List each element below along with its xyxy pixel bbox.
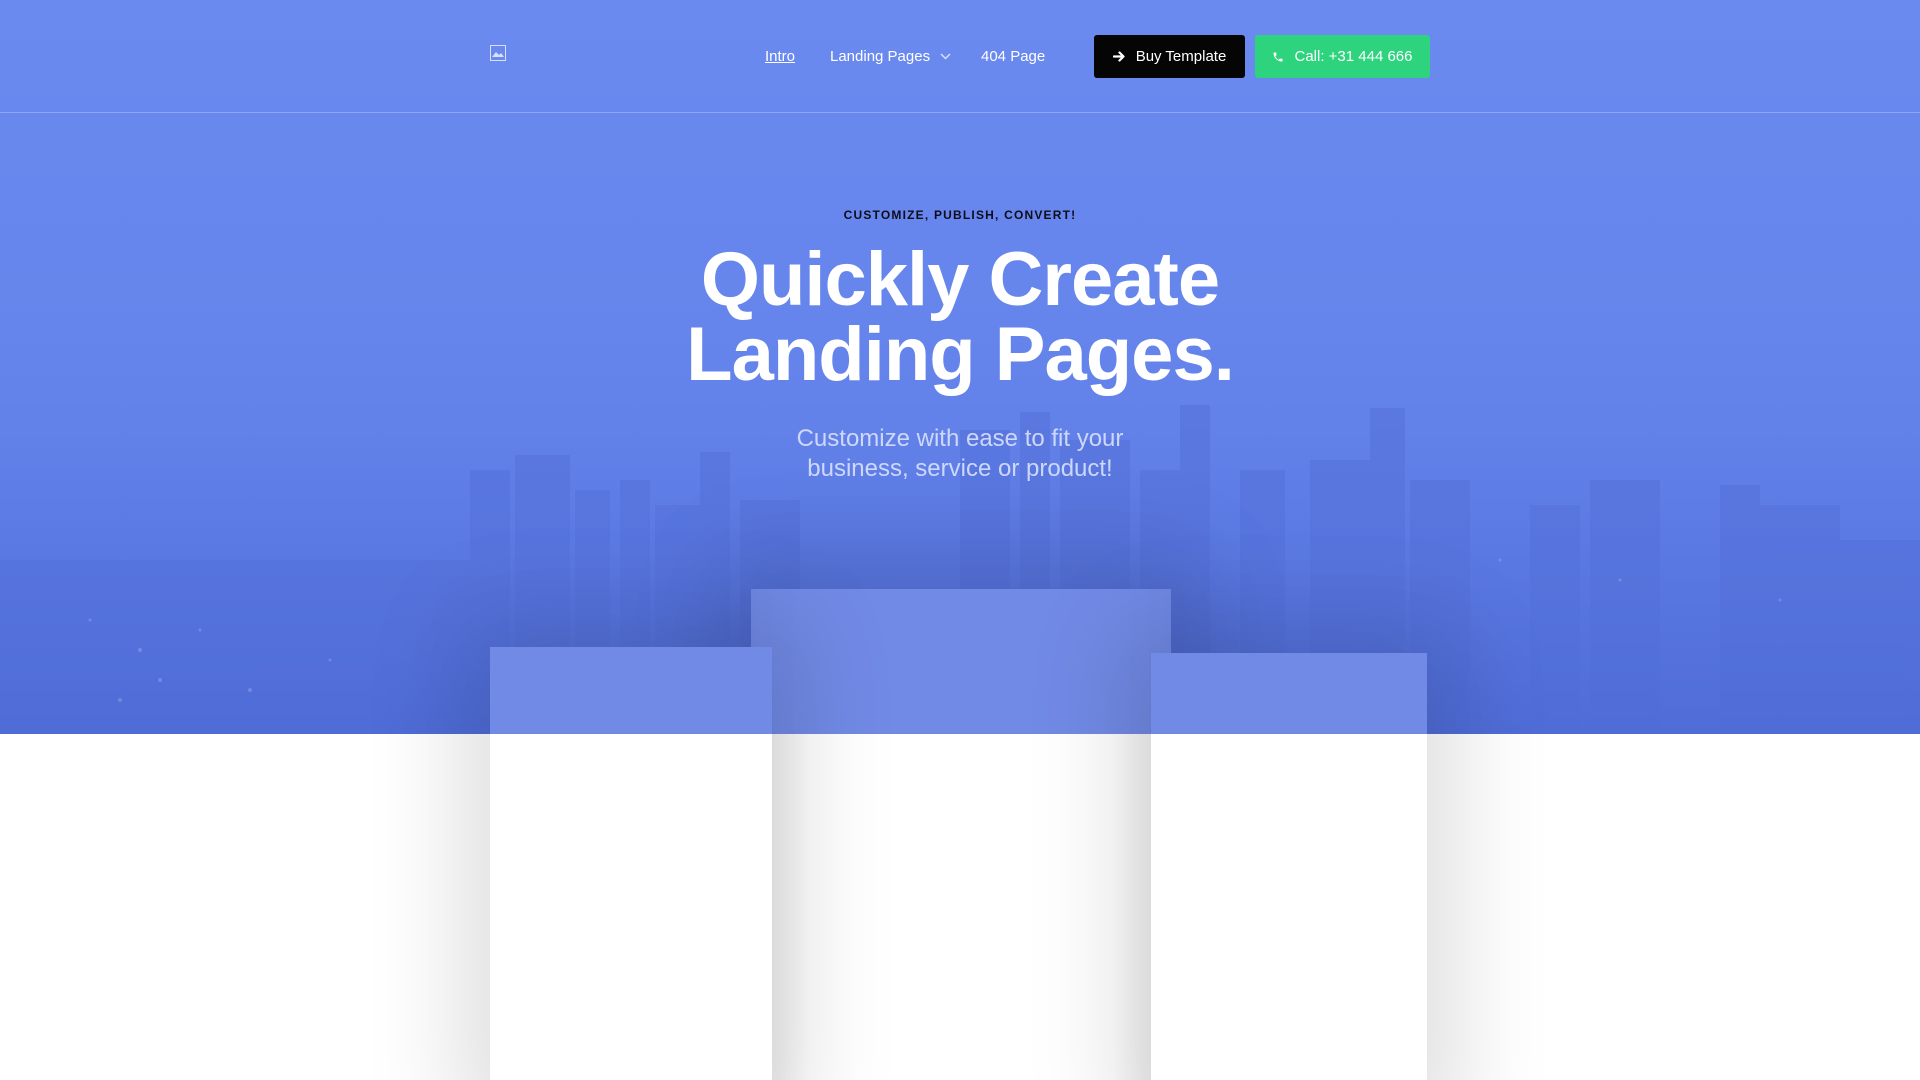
preview-card-left-overlay bbox=[490, 647, 772, 734]
arrow-right-icon bbox=[1112, 51, 1125, 62]
chevron-down-icon bbox=[940, 53, 951, 60]
hero-subheading-line-1: Customize with ease to fit your bbox=[796, 425, 1124, 452]
hero-eyebrow: CUSTOMIZE, PUBLISH, CONVERT! bbox=[843, 208, 1077, 222]
phone-icon bbox=[1273, 52, 1283, 61]
nav-link-404-page[interactable]: 404 Page bbox=[981, 48, 1045, 65]
hero-headline-line-1: Quickly Create bbox=[700, 237, 1220, 322]
nav-link-landing-pages[interactable]: Landing Pages bbox=[830, 48, 951, 65]
call-label: Call: +31 444 666 bbox=[1294, 48, 1413, 65]
hero-headline-line-2: Landing Pages. bbox=[686, 312, 1235, 397]
hero-subheading: Customize with ease to fit your business… bbox=[0, 424, 1920, 484]
buy-template-label: Buy Template bbox=[1135, 48, 1227, 65]
preview-card-center-overlay bbox=[751, 589, 1171, 734]
preview-card-right-overlay bbox=[1151, 653, 1427, 734]
preview-card-center[interactable] bbox=[751, 589, 1171, 1080]
hero-subheading-line-2: business, service or product! bbox=[807, 455, 1113, 482]
landing-page: Intro Landing Pages 404 Page Buy Templat… bbox=[0, 0, 1920, 1080]
preview-card-left[interactable] bbox=[490, 647, 772, 1080]
logo-image-icon[interactable] bbox=[490, 45, 506, 61]
buy-template-button[interactable]: Buy Template bbox=[1094, 35, 1245, 78]
preview-card-right[interactable] bbox=[1151, 653, 1427, 1080]
site-header: Intro Landing Pages 404 Page Buy Templat… bbox=[0, 0, 1920, 113]
nav-link-landing-pages-label: Landing Pages bbox=[830, 48, 931, 65]
nav-link-intro[interactable]: Intro bbox=[765, 48, 795, 65]
hero-headline: Quickly Create Landing Pages. bbox=[0, 237, 1920, 397]
call-button[interactable]: Call: +31 444 666 bbox=[1255, 35, 1430, 78]
